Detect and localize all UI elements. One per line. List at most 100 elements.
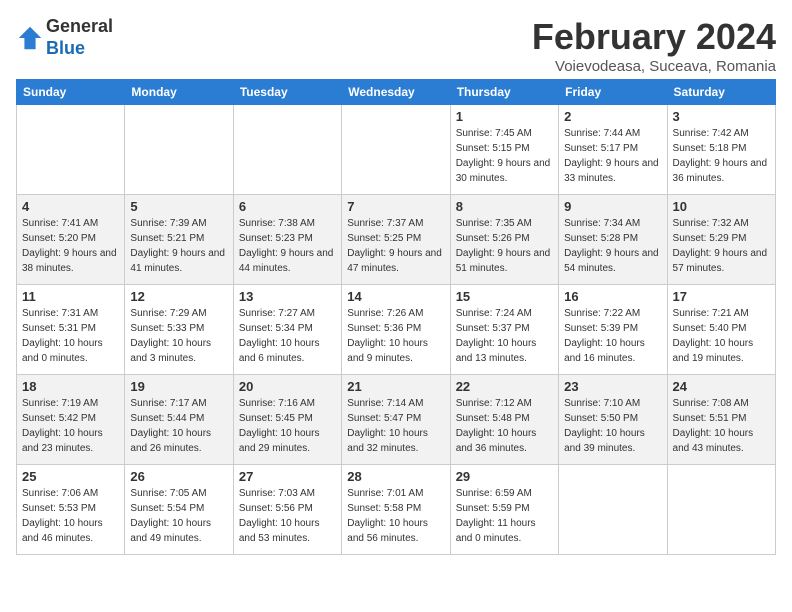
calendar-week-row: 1Sunrise: 7:45 AMSunset: 5:15 PMDaylight… <box>17 105 776 195</box>
day-detail: Sunrise: 7:34 AMSunset: 5:28 PMDaylight:… <box>564 216 661 276</box>
day-detail: Sunrise: 7:24 AMSunset: 5:37 PMDaylight:… <box>456 306 553 366</box>
day-number: 21 <box>347 379 444 394</box>
weekday-header: Tuesday <box>233 80 341 105</box>
day-number: 20 <box>239 379 336 394</box>
day-number: 27 <box>239 469 336 484</box>
day-detail: Sunrise: 7:44 AMSunset: 5:17 PMDaylight:… <box>564 126 661 186</box>
day-detail: Sunrise: 6:59 AMSunset: 5:59 PMDaylight:… <box>456 486 553 546</box>
calendar-day-cell: 26 Sunrise: 7:05 AMSunset: 5:54 PMDayligh… <box>125 465 233 555</box>
weekday-header: Thursday <box>450 80 558 105</box>
day-number: 15 <box>456 289 553 304</box>
day-detail: Sunrise: 7:08 AMSunset: 5:51 PMDaylight:… <box>673 396 770 456</box>
calendar-day-cell: 12 Sunrise: 7:29 AMSunset: 5:33 PMDayligh… <box>125 285 233 375</box>
day-detail: Sunrise: 7:10 AMSunset: 5:50 PMDaylight:… <box>564 396 661 456</box>
month-title: February 2024 <box>532 16 776 58</box>
day-detail: Sunrise: 7:32 AMSunset: 5:29 PMDaylight:… <box>673 216 770 276</box>
calendar-day-cell <box>667 465 775 555</box>
calendar-day-cell: 7 Sunrise: 7:37 AMSunset: 5:25 PMDaylight… <box>342 195 450 285</box>
calendar-day-cell: 23 Sunrise: 7:10 AMSunset: 5:50 PMDayligh… <box>559 375 667 465</box>
day-number: 3 <box>673 109 770 124</box>
day-detail: Sunrise: 7:03 AMSunset: 5:56 PMDaylight:… <box>239 486 336 546</box>
calendar-day-cell: 10 Sunrise: 7:32 AMSunset: 5:29 PMDayligh… <box>667 195 775 285</box>
day-number: 25 <box>22 469 119 484</box>
weekday-header-row: SundayMondayTuesdayWednesdayThursdayFrid… <box>17 80 776 105</box>
weekday-header: Sunday <box>17 80 125 105</box>
page-header: General Blue February 2024 Voievodeasa, … <box>16 16 776 75</box>
day-number: 16 <box>564 289 661 304</box>
calendar-day-cell: 22Sunrise: 7:12 AMSunset: 5:48 PMDayligh… <box>450 375 558 465</box>
day-number: 14 <box>347 289 444 304</box>
day-number: 10 <box>673 199 770 214</box>
calendar-day-cell <box>342 105 450 195</box>
day-number: 7 <box>347 199 444 214</box>
day-detail: Sunrise: 7:05 AMSunset: 5:54 PMDaylight:… <box>130 486 227 546</box>
calendar-day-cell: 3Sunrise: 7:42 AMSunset: 5:18 PMDaylight… <box>667 105 775 195</box>
logo: General Blue <box>16 16 113 59</box>
calendar-week-row: 4 Sunrise: 7:41 AMSunset: 5:20 PMDaylight… <box>17 195 776 285</box>
weekday-header: Monday <box>125 80 233 105</box>
weekday-header: Saturday <box>667 80 775 105</box>
calendar-day-cell: 29 Sunrise: 6:59 AMSunset: 5:59 PMDayligh… <box>450 465 558 555</box>
day-detail: Sunrise: 7:06 AMSunset: 5:53 PMDaylight:… <box>22 486 119 546</box>
calendar-day-cell: 24 Sunrise: 7:08 AMSunset: 5:51 PMDayligh… <box>667 375 775 465</box>
calendar-table: SundayMondayTuesdayWednesdayThursdayFrid… <box>16 79 776 555</box>
location-subtitle: Voievodeasa, Suceava, Romania <box>532 58 776 75</box>
day-detail: Sunrise: 7:29 AMSunset: 5:33 PMDaylight:… <box>130 306 227 366</box>
calendar-week-row: 25 Sunrise: 7:06 AMSunset: 5:53 PMDayligh… <box>17 465 776 555</box>
calendar-day-cell: 21 Sunrise: 7:14 AMSunset: 5:47 PMDayligh… <box>342 375 450 465</box>
logo-text: General Blue <box>46 16 113 59</box>
calendar-day-cell: 19 Sunrise: 7:17 AMSunset: 5:44 PMDayligh… <box>125 375 233 465</box>
day-detail: Sunrise: 7:39 AMSunset: 5:21 PMDaylight:… <box>130 216 227 276</box>
calendar-day-cell <box>125 105 233 195</box>
day-number: 26 <box>130 469 227 484</box>
day-number: 8 <box>456 199 553 214</box>
calendar-day-cell: 14Sunrise: 7:26 AMSunset: 5:36 PMDayligh… <box>342 285 450 375</box>
day-number: 1 <box>456 109 553 124</box>
day-number: 9 <box>564 199 661 214</box>
day-detail: Sunrise: 7:37 AMSunset: 5:25 PMDaylight:… <box>347 216 444 276</box>
calendar-week-row: 11 Sunrise: 7:31 AMSunset: 5:31 PMDayligh… <box>17 285 776 375</box>
day-number: 19 <box>130 379 227 394</box>
title-block: February 2024 Voievodeasa, Suceava, Roma… <box>532 16 776 75</box>
day-number: 24 <box>673 379 770 394</box>
day-detail: Sunrise: 7:21 AMSunset: 5:40 PMDaylight:… <box>673 306 770 366</box>
day-number: 13 <box>239 289 336 304</box>
calendar-day-cell: 8 Sunrise: 7:35 AMSunset: 5:26 PMDaylight… <box>450 195 558 285</box>
calendar-day-cell: 16 Sunrise: 7:22 AMSunset: 5:39 PMDayligh… <box>559 285 667 375</box>
day-number: 18 <box>22 379 119 394</box>
day-number: 12 <box>130 289 227 304</box>
day-detail: Sunrise: 7:22 AMSunset: 5:39 PMDaylight:… <box>564 306 661 366</box>
day-detail: Sunrise: 7:27 AMSunset: 5:34 PMDaylight:… <box>239 306 336 366</box>
day-number: 29 <box>456 469 553 484</box>
logo-icon <box>16 24 44 52</box>
day-number: 23 <box>564 379 661 394</box>
calendar-day-cell: 25 Sunrise: 7:06 AMSunset: 5:53 PMDayligh… <box>17 465 125 555</box>
calendar-day-cell: 4 Sunrise: 7:41 AMSunset: 5:20 PMDaylight… <box>17 195 125 285</box>
day-detail: Sunrise: 7:16 AMSunset: 5:45 PMDaylight:… <box>239 396 336 456</box>
calendar-day-cell: 6Sunrise: 7:38 AMSunset: 5:23 PMDaylight… <box>233 195 341 285</box>
day-number: 5 <box>130 199 227 214</box>
calendar-day-cell <box>559 465 667 555</box>
calendar-day-cell: 1Sunrise: 7:45 AMSunset: 5:15 PMDaylight… <box>450 105 558 195</box>
day-detail: Sunrise: 7:31 AMSunset: 5:31 PMDaylight:… <box>22 306 119 366</box>
weekday-header: Wednesday <box>342 80 450 105</box>
calendar-day-cell: 9 Sunrise: 7:34 AMSunset: 5:28 PMDaylight… <box>559 195 667 285</box>
day-number: 22 <box>456 379 553 394</box>
day-number: 28 <box>347 469 444 484</box>
calendar-week-row: 18Sunrise: 7:19 AMSunset: 5:42 PMDayligh… <box>17 375 776 465</box>
day-detail: Sunrise: 7:17 AMSunset: 5:44 PMDaylight:… <box>130 396 227 456</box>
day-detail: Sunrise: 7:14 AMSunset: 5:47 PMDaylight:… <box>347 396 444 456</box>
day-detail: Sunrise: 7:01 AMSunset: 5:58 PMDaylight:… <box>347 486 444 546</box>
day-detail: Sunrise: 7:41 AMSunset: 5:20 PMDaylight:… <box>22 216 119 276</box>
calendar-day-cell: 13 Sunrise: 7:27 AMSunset: 5:34 PMDayligh… <box>233 285 341 375</box>
calendar-day-cell: 27 Sunrise: 7:03 AMSunset: 5:56 PMDayligh… <box>233 465 341 555</box>
day-number: 4 <box>22 199 119 214</box>
day-detail: Sunrise: 7:35 AMSunset: 5:26 PMDaylight:… <box>456 216 553 276</box>
calendar-day-cell: 2 Sunrise: 7:44 AMSunset: 5:17 PMDaylight… <box>559 105 667 195</box>
weekday-header: Friday <box>559 80 667 105</box>
calendar-day-cell: 20 Sunrise: 7:16 AMSunset: 5:45 PMDayligh… <box>233 375 341 465</box>
calendar-day-cell: 17Sunrise: 7:21 AMSunset: 5:40 PMDayligh… <box>667 285 775 375</box>
day-detail: Sunrise: 7:38 AMSunset: 5:23 PMDaylight:… <box>239 216 336 276</box>
day-number: 11 <box>22 289 119 304</box>
day-number: 2 <box>564 109 661 124</box>
